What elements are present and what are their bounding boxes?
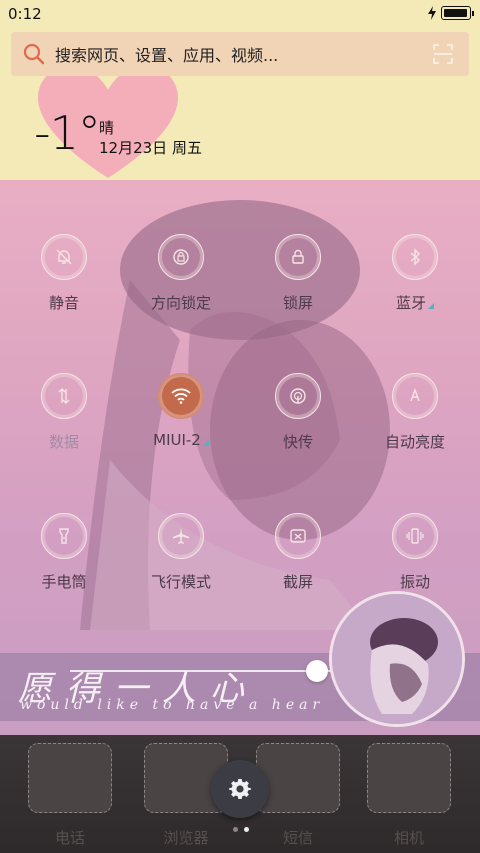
toggle-lock-screen-circle[interactable] [275,234,321,280]
search-icon [23,43,45,65]
screenshot-icon [290,529,306,543]
toggle-screenshot-circle[interactable] [275,513,321,559]
dock-app-messages[interactable]: 短信 [255,743,341,853]
vibrate-icon [406,528,424,544]
toggle-airplane-mode[interactable]: 飞行模式 [121,513,241,592]
dock-app-phone[interactable]: 电话 [27,743,113,853]
toggle-wifi[interactable]: MIUI-2 [121,373,241,449]
bell-mute-icon [56,249,72,265]
expand-indicator [428,303,434,309]
toggle-quick-transfer[interactable]: 快传 [238,373,358,452]
toggle-vibrate-circle[interactable] [392,513,438,559]
toggle-flashlight[interactable]: 手电筒 [4,513,124,592]
lock-icon [292,249,304,264]
page-dot-active [244,827,249,832]
toggle-mute-circle[interactable] [41,234,87,280]
toggle-quick-transfer-label: 快传 [282,433,313,451]
toggle-auto-brightness[interactable]: 自动亮度 [355,373,475,452]
dock-app-camera-label: 相机 [393,829,424,847]
toggle-wifi-text: MIUI-2 [153,431,201,449]
toggle-flashlight-label: 手电筒 [41,573,87,591]
status-bar: 0:12 [0,0,480,28]
toggle-rotation-lock-label: 方向锁定 [150,294,211,312]
toggle-mobile-data-circle[interactable] [41,373,87,419]
toggle-vibrate-label: 振动 [399,573,430,591]
battery-tip [472,10,474,16]
airplane-icon [173,528,189,544]
search-input[interactable]: 搜索网页、设置、应用、视频... [55,42,433,66]
toggle-rotation-lock-circle[interactable] [158,234,204,280]
page-dot [233,827,238,832]
toggle-wifi-label: MIUI-2 [121,431,241,449]
toggle-bluetooth-text: 蓝牙 [395,294,426,312]
toggle-mobile-data-label: 数据 [48,433,79,451]
weather-condition: 晴 [99,119,115,137]
toggle-bluetooth-circle[interactable] [392,234,438,280]
battery-icon [441,6,471,20]
toggle-vibrate[interactable]: 振动 [355,513,475,592]
dock-app-phone-label: 电话 [54,829,85,847]
toggle-bluetooth[interactable]: 蓝牙 [355,234,475,313]
status-icons [427,6,474,20]
quick-transfer-icon [290,388,306,404]
toggle-lock-screen[interactable]: 锁屏 [238,234,358,313]
settings-button[interactable] [211,760,269,818]
toggle-screenshot[interactable]: 截屏 [238,513,358,592]
toggle-quick-transfer-circle[interactable] [275,373,321,419]
toggle-mute-label: 静音 [48,294,79,312]
toggle-airplane-mode-circle[interactable] [158,513,204,559]
weather-date: 12月23日 周五 [99,139,202,157]
dock-app-browser-label: 浏览器 [163,829,209,847]
status-time: 0:12 [8,5,42,23]
expand-indicator [202,440,209,446]
wifi-icon [171,388,191,404]
gear-icon [229,779,251,799]
avatar-photo [332,594,462,724]
dock-app-phone-icon [28,743,112,813]
page-indicator [233,827,249,832]
mobile-data-icon [58,388,70,404]
bluetooth-icon [410,248,421,266]
toggle-screenshot-label: 截屏 [282,573,313,591]
search-bar[interactable]: 搜索网页、设置、应用、视频... [11,32,469,76]
toggle-airplane-mode-label: 飞行模式 [150,573,211,591]
toggle-rotation-lock[interactable]: 方向锁定 [121,234,241,313]
toggle-mobile-data[interactable]: 数据 [4,373,124,452]
auto-brightness-icon [410,387,420,402]
dock-app-camera[interactable]: 相机 [366,743,452,853]
scan-icon[interactable] [433,44,453,64]
toggle-bluetooth-label: 蓝牙 [355,292,475,313]
dock-app-messages-label: 短信 [282,829,313,847]
toggle-auto-brightness-circle[interactable] [392,373,438,419]
toggle-flashlight-circle[interactable] [41,513,87,559]
flashlight-icon [59,528,69,544]
brightness-subtitle: would like to have a hear [20,697,325,713]
charging-icon [428,6,436,20]
toggle-wifi-circle[interactable] [158,373,204,419]
dock-app-camera-icon [367,743,451,813]
toggle-auto-brightness-label: 自动亮度 [384,433,445,451]
toggle-mute[interactable]: 静音 [4,234,124,313]
dock-app-messages-icon [256,743,340,813]
avatar[interactable] [329,591,465,727]
weather-temperature: -1° [34,106,101,160]
brightness-slider-thumb[interactable] [306,660,328,682]
toggle-lock-screen-label: 锁屏 [282,294,313,312]
rotation-lock-icon [173,249,189,265]
